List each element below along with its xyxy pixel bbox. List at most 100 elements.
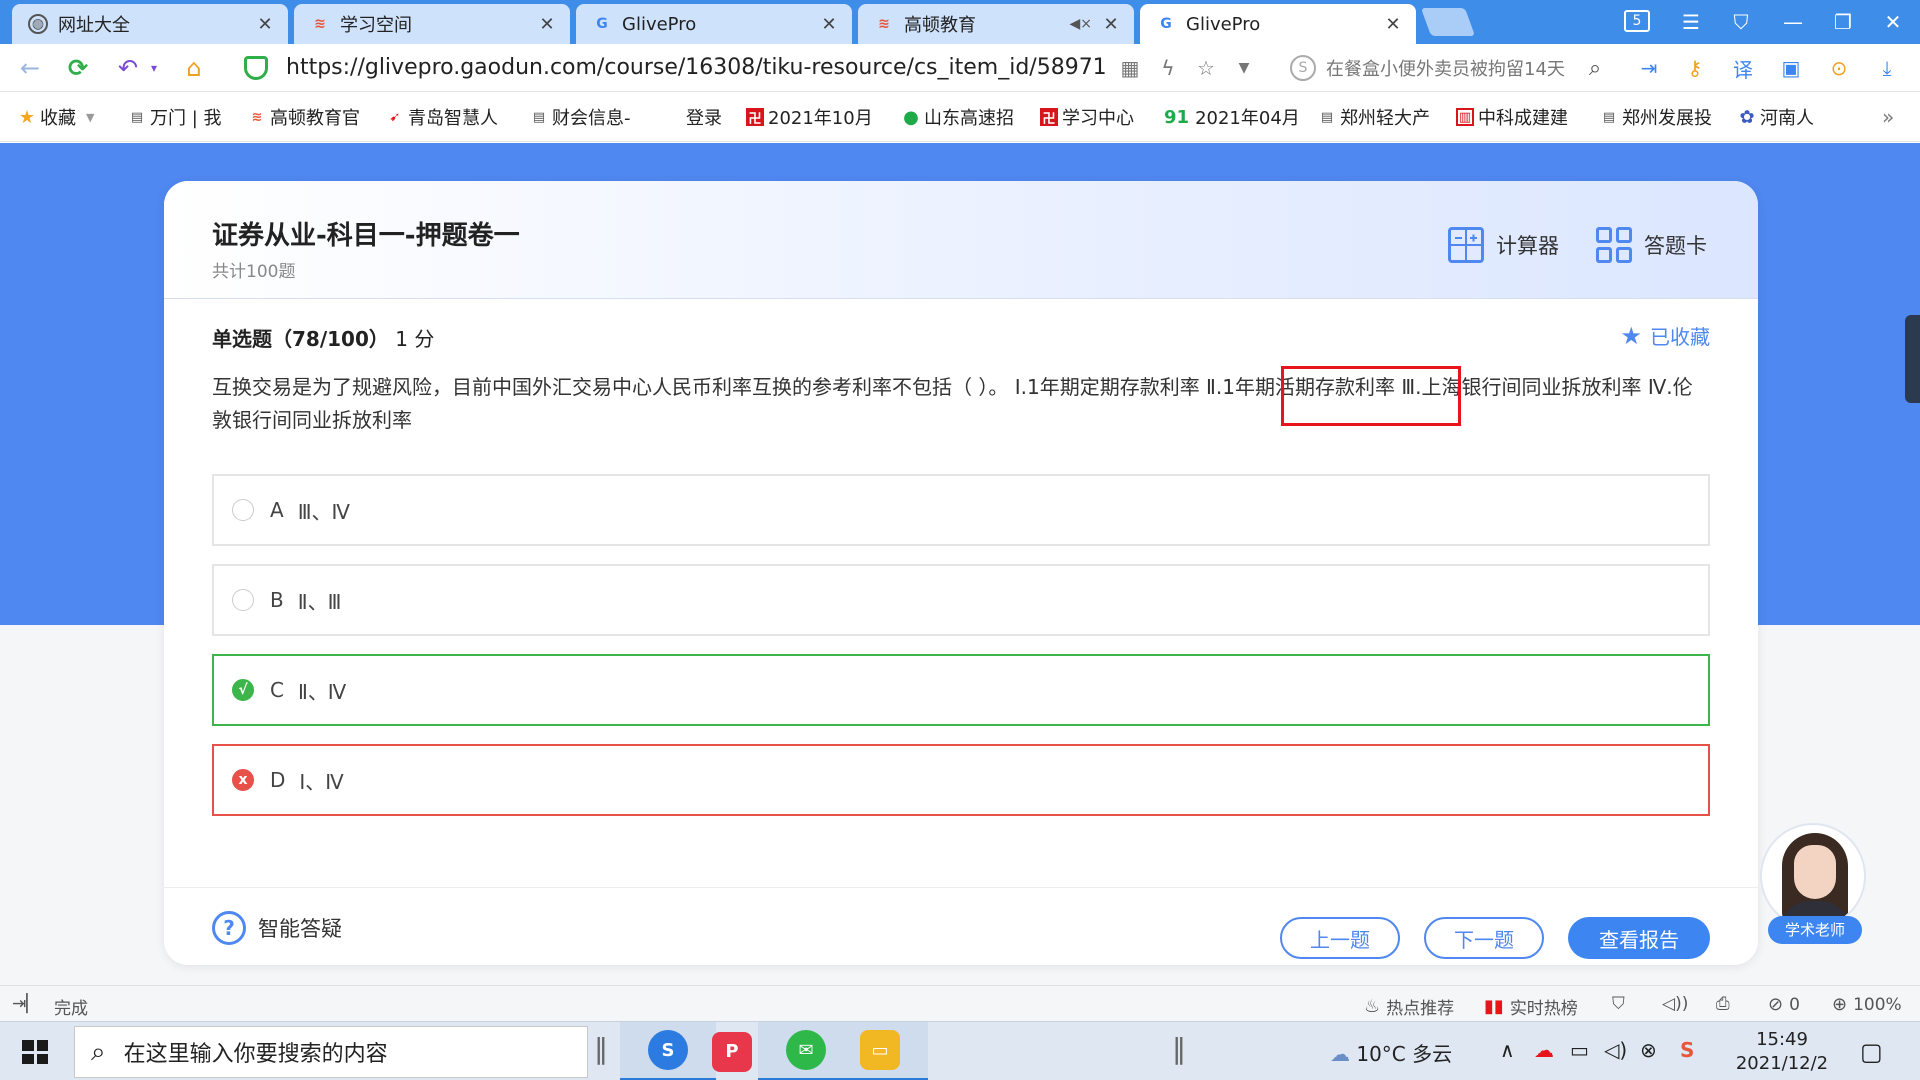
taskbar-divider-icon: ‖ [1172,1032,1186,1065]
refresh-icon[interactable]: ⟳ [62,52,94,84]
option-d[interactable]: x D Ⅰ、Ⅳ [212,744,1710,816]
qr-code-icon[interactable]: ▦ [1116,54,1144,82]
bookmark-item[interactable]: 登录 [686,104,722,130]
bookmark-item[interactable]: ● 山东高速招 [902,104,1014,130]
bookmark-item[interactable]: 91 2021年04月 [1164,104,1300,130]
file-explorer-app[interactable]: ▭ [832,1022,928,1080]
windows-start-icon[interactable] [14,1036,56,1068]
bookmark-item[interactable]: 卍 学习中心 [1040,104,1134,130]
taskbar-search[interactable]: ⌕ 在这里输入你要搜索的内容 [74,1026,588,1078]
login-icon[interactable]: ⇥ [1634,54,1664,82]
more-icon[interactable]: ⊙ [1824,54,1854,82]
browser-tab-bar: ◍ 网址大全 ✕ ≋ 学习空间 ✕ G GlivePro ✕ ≋ 高顿教育 ◀×… [0,0,1920,44]
view-report-button[interactable]: 查看报告 [1568,917,1710,959]
wechat-icon: ✉ [786,1030,826,1070]
bookmark-label: 郑州发展投 [1622,108,1712,129]
download-icon[interactable]: ⤓ [1872,54,1902,82]
hot-recommend[interactable]: ♨ 热点推荐 [1364,994,1454,1019]
notification-icon[interactable]: ▢ [1860,1038,1883,1066]
option-b[interactable]: B Ⅱ、Ⅲ [212,564,1710,636]
search-icon[interactable]: ⌕ [1580,56,1610,81]
blocked-count[interactable]: ⊘ 0 [1768,994,1800,1015]
tab-count-badge[interactable]: 5 [1624,10,1650,32]
translate-icon[interactable]: 译 [1728,54,1758,82]
close-icon[interactable]: ✕ [1382,14,1404,35]
paper-title: 证券从业-科目一-押题卷一 [212,221,520,251]
answer-card-button[interactable]: 答题卡 [1596,225,1707,265]
chevron-down-icon: ▼ [86,110,95,124]
option-c[interactable]: √ C Ⅱ、Ⅳ [212,654,1710,726]
sogou-input-icon[interactable]: S [1680,1038,1694,1062]
undo-icon[interactable]: ↶ [112,52,144,84]
menu-icon[interactable]: ☰ [1666,0,1716,44]
new-tab-button[interactable] [1420,8,1476,36]
bookmark-label: 郑州轻大产 [1340,108,1430,129]
sidebar-toggle-icon[interactable]: ⇥▏ [12,994,39,1014]
lightning-icon[interactable]: ϟ [1154,54,1182,82]
speaker-muted-icon[interactable]: ◀× [1070,16,1093,32]
weather-widget[interactable]: ☁ 10°C 多云 [1330,1038,1452,1067]
avatar-face [1794,845,1836,899]
tab-2[interactable]: ≋ 学习空间 ✕ [294,4,570,44]
close-icon[interactable]: ✕ [1100,14,1122,35]
clock-date: 2021/12/2 [1735,1053,1829,1074]
url-field[interactable]: https://glivepro.gaodun.com/course/16308… [286,52,1106,84]
bookmark-item[interactable]: ▤ 万门 | 我 [128,104,222,130]
globe-icon: ◍ [28,14,48,34]
chevron-up-icon[interactable]: ∧ [1500,1038,1515,1062]
bookmark-item[interactable]: ▤ 郑州轻大产 [1318,104,1430,130]
close-icon[interactable]: ✕ [536,14,558,35]
close-circle-icon[interactable]: ⊗ [1640,1038,1657,1062]
option-letter: C [270,678,284,702]
key-icon[interactable]: ⚷ [1680,54,1710,82]
star-outline-icon[interactable]: ☆ [1192,54,1220,82]
screenshot-icon[interactable]: ▣ [1776,54,1806,82]
ai-help-button[interactable]: ? 智能答疑 [212,911,342,945]
bookmark-item[interactable]: ▥ 中科成建建 [1456,104,1568,130]
battery-icon[interactable]: ▭ [1570,1038,1589,1062]
volume-icon[interactable]: ◁) [1604,1038,1627,1062]
prev-question-button[interactable]: 上一题 [1280,917,1400,959]
more-bookmarks-icon[interactable]: » [1882,104,1894,130]
option-a[interactable]: A Ⅲ、Ⅳ [212,474,1710,546]
system-clock[interactable]: 15:49 2021/12/2 [1722,1028,1842,1076]
realtime-hot[interactable]: ▮▮ 实时热榜 [1484,994,1578,1019]
home-icon[interactable]: ⌂ [178,52,210,84]
printer-icon[interactable]: ⎙ [1716,994,1730,1014]
tab-active[interactable]: G GlivePro ✕ [1140,4,1416,44]
search-input[interactable]: 在餐盒小便外卖员被拘留14天 [1326,55,1580,81]
chevron-down-icon[interactable]: ▾ [146,52,162,84]
bookmark-item[interactable]: ≋ 高顿教育官 [248,104,360,130]
bookmark-item[interactable]: ✿ 河南人 [1738,104,1814,130]
chevron-down-icon[interactable]: ▼ [1230,54,1258,82]
bookmark-item[interactable]: ▤ 郑州发展投 [1600,104,1712,130]
bookmark-label: 山东高速招 [924,108,1014,129]
minimize-icon[interactable]: — [1768,0,1818,44]
calculator-button[interactable]: 计算器 [1448,225,1559,265]
network-error-icon[interactable]: ☁ [1534,1038,1554,1062]
tab-1[interactable]: ◍ 网址大全 ✕ [12,4,288,44]
restore-icon[interactable]: ❐ [1818,0,1868,44]
side-widget[interactable] [1905,315,1920,403]
teacher-avatar[interactable] [1760,823,1866,929]
back-arrow-icon[interactable]: ← [14,52,46,84]
tab-3[interactable]: G GlivePro ✕ [576,4,852,44]
speaker-icon[interactable]: ◁)) [1662,994,1688,1014]
close-window-icon[interactable]: ✕ [1868,0,1918,44]
zoom-control[interactable]: ⊕ 100% [1832,994,1902,1015]
bookmark-item[interactable]: 卍 2021年10月 [746,104,873,130]
skin-icon[interactable]: ⛉ [1716,0,1766,44]
secure-shield-icon[interactable] [244,56,268,80]
bookmark-item[interactable]: ▤ 财会信息- [530,104,631,130]
close-icon[interactable]: ✕ [818,14,840,35]
search-box[interactable]: S 在餐盒小便外卖员被拘留14天 ⌕ [1290,52,1610,84]
close-icon[interactable]: ✕ [254,14,276,35]
bookmark-item[interactable]: ➹ 青岛智慧人 [386,104,498,130]
teacher-label[interactable]: 学术老师 [1768,916,1862,944]
tab-4[interactable]: ≋ 高顿教育 ◀× ✕ [858,4,1134,44]
favorite-button[interactable]: ★ 已收藏 [1620,321,1710,350]
taskview-icon[interactable]: ‖ [594,1032,608,1065]
bookmark-favorites[interactable]: ★ 收藏 ▼ [18,104,95,130]
next-question-button[interactable]: 下一题 [1424,917,1544,959]
shield-status-icon[interactable]: ⛉ [1612,994,1625,1014]
